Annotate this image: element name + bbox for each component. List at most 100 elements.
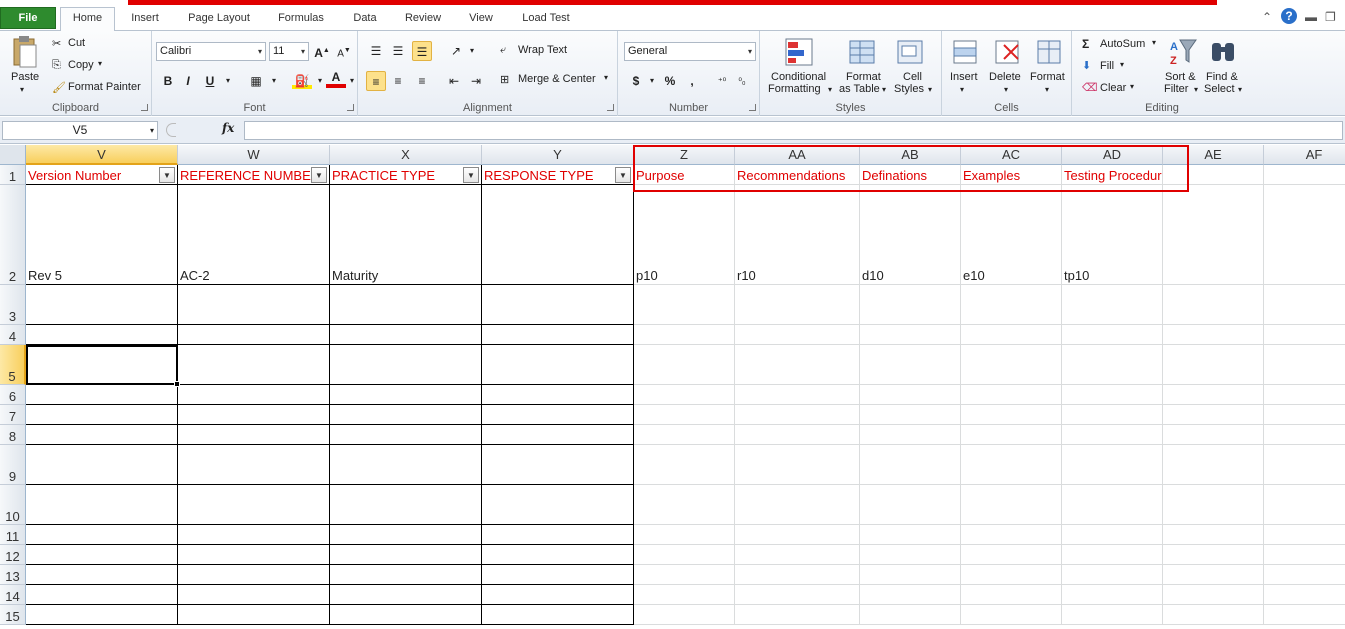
cell-v14[interactable] bbox=[26, 585, 178, 605]
cell-y15[interactable] bbox=[482, 605, 634, 625]
copy-icon[interactable]: ⎘ bbox=[52, 59, 61, 72]
restore-icon[interactable]: ❐ bbox=[1325, 10, 1336, 24]
column-header-ae[interactable]: AE bbox=[1163, 145, 1264, 165]
cell-aa2[interactable]: r10 bbox=[735, 185, 860, 285]
cell-x5[interactable] bbox=[330, 345, 482, 385]
cell-ae4[interactable] bbox=[1163, 325, 1264, 345]
row-header-6[interactable]: 6 bbox=[0, 385, 26, 405]
cell-ab9[interactable] bbox=[860, 445, 961, 485]
cell-ac7[interactable] bbox=[961, 405, 1062, 425]
eraser-icon[interactable]: ⌫ bbox=[1082, 81, 1098, 94]
cell-ab1[interactable]: Definations bbox=[860, 165, 961, 185]
borders-dropdown-icon[interactable]: ▾ bbox=[264, 71, 284, 91]
cell-v2[interactable]: Rev 5 bbox=[26, 185, 178, 285]
cell-y4[interactable] bbox=[482, 325, 634, 345]
column-header-ab[interactable]: AB bbox=[860, 145, 961, 165]
cell-y5[interactable] bbox=[482, 345, 634, 385]
cell-af10[interactable] bbox=[1264, 485, 1345, 525]
cell-ac11[interactable] bbox=[961, 525, 1062, 545]
find-select-line2[interactable]: Select bbox=[1204, 83, 1235, 95]
align-center-icon[interactable]: ≡ bbox=[388, 71, 408, 91]
cell-z12[interactable] bbox=[634, 545, 735, 565]
conditional-formatting-line2[interactable]: Formatting bbox=[768, 83, 821, 95]
cell-ad11[interactable] bbox=[1062, 525, 1163, 545]
cell-ad4[interactable] bbox=[1062, 325, 1163, 345]
delete-button[interactable]: Delete bbox=[989, 71, 1021, 83]
cell-z2[interactable]: p10 bbox=[634, 185, 735, 285]
cell-v8[interactable] bbox=[26, 425, 178, 445]
wrap-text-icon[interactable]: ⤶ bbox=[500, 44, 506, 57]
autosum-dropdown-icon[interactable]: ▾ bbox=[1152, 38, 1156, 47]
sort-filter-dropdown-icon[interactable]: ▾ bbox=[1194, 85, 1198, 94]
column-header-v[interactable]: V bbox=[26, 145, 178, 165]
cell-aa1[interactable]: Recommendations bbox=[735, 165, 860, 185]
cell-af1[interactable] bbox=[1264, 165, 1345, 185]
sort-filter-line2[interactable]: Filter bbox=[1164, 83, 1188, 95]
font-name-select[interactable]: Calibri ▾ bbox=[156, 42, 266, 61]
cell-ad6[interactable] bbox=[1062, 385, 1163, 405]
insert-function-icon[interactable]: fx bbox=[222, 121, 234, 135]
format-painter-button[interactable]: Format Painter bbox=[68, 81, 141, 93]
tab-home[interactable]: Home bbox=[60, 7, 115, 31]
cell-aa10[interactable] bbox=[735, 485, 860, 525]
format-as-table-line2[interactable]: as Table bbox=[839, 83, 880, 95]
fill-icon[interactable]: ⬇ bbox=[1082, 59, 1091, 72]
cell-ae11[interactable] bbox=[1163, 525, 1264, 545]
cell-ab12[interactable] bbox=[860, 545, 961, 565]
cell-y10[interactable] bbox=[482, 485, 634, 525]
cell-y7[interactable] bbox=[482, 405, 634, 425]
copy-button[interactable]: Copy bbox=[68, 59, 94, 71]
cell-ab2[interactable]: d10 bbox=[860, 185, 961, 285]
cell-z13[interactable] bbox=[634, 565, 735, 585]
cell-styles-dropdown-icon[interactable]: ▾ bbox=[928, 85, 932, 94]
cell-w1[interactable]: REFERENCE NUMBER ▼ bbox=[178, 165, 330, 185]
cell-af8[interactable] bbox=[1264, 425, 1345, 445]
cell-af2[interactable] bbox=[1264, 185, 1345, 285]
cell-z6[interactable] bbox=[634, 385, 735, 405]
cut-icon[interactable]: ✂ bbox=[52, 37, 61, 50]
row-header-13[interactable]: 13 bbox=[0, 565, 26, 585]
tab-load-test[interactable]: Load Test bbox=[514, 8, 578, 30]
cell-af9[interactable] bbox=[1264, 445, 1345, 485]
cell-aa9[interactable] bbox=[735, 445, 860, 485]
cell-v12[interactable] bbox=[26, 545, 178, 565]
cell-ab7[interactable] bbox=[860, 405, 961, 425]
delete-dropdown-icon[interactable]: ▾ bbox=[1004, 85, 1008, 94]
cell-ae12[interactable] bbox=[1163, 545, 1264, 565]
cell-ae10[interactable] bbox=[1163, 485, 1264, 525]
cell-v11[interactable] bbox=[26, 525, 178, 545]
cell-ad3[interactable] bbox=[1062, 285, 1163, 325]
currency-dropdown-icon[interactable]: ▾ bbox=[642, 71, 662, 91]
cell-z5[interactable] bbox=[634, 345, 735, 385]
row-header-3[interactable]: 3 bbox=[0, 285, 26, 325]
cell-z1[interactable]: Purpose bbox=[634, 165, 735, 185]
worksheet-grid[interactable]: V W X Y Z AA AB AC AD AE AF 1 2 3 4 5 6 7 8 9 10 11 12 13 14 15 … bbox=[0, 145, 1345, 629]
row-header-10[interactable]: 10 bbox=[0, 485, 26, 525]
cell-ae1[interactable] bbox=[1163, 165, 1264, 185]
number-launcher-icon[interactable] bbox=[749, 104, 756, 111]
sort-filter-line1[interactable]: Sort & bbox=[1165, 71, 1196, 83]
bold-button[interactable]: B bbox=[158, 71, 178, 91]
cell-ad7[interactable] bbox=[1062, 405, 1163, 425]
italic-button[interactable]: I bbox=[178, 71, 198, 91]
cell-y12[interactable] bbox=[482, 545, 634, 565]
name-box[interactable]: V5 ▾ bbox=[2, 121, 158, 140]
tab-review[interactable]: Review bbox=[398, 8, 448, 30]
cell-v1[interactable]: Version Number ▼ bbox=[26, 165, 178, 185]
alignment-launcher-icon[interactable] bbox=[607, 104, 614, 111]
cell-af12[interactable] bbox=[1264, 545, 1345, 565]
cell-w14[interactable] bbox=[178, 585, 330, 605]
cell-ad2[interactable]: tp10 bbox=[1062, 185, 1163, 285]
increase-decimal-icon[interactable]: ⁺⁰ bbox=[712, 71, 732, 91]
cell-ab3[interactable] bbox=[860, 285, 961, 325]
cell-w9[interactable] bbox=[178, 445, 330, 485]
fill-color-icon[interactable]: ⛽ bbox=[292, 71, 312, 89]
cell-aa14[interactable] bbox=[735, 585, 860, 605]
cell-x15[interactable] bbox=[330, 605, 482, 625]
cell-w6[interactable] bbox=[178, 385, 330, 405]
cell-z9[interactable] bbox=[634, 445, 735, 485]
cell-w10[interactable] bbox=[178, 485, 330, 525]
cell-ae3[interactable] bbox=[1163, 285, 1264, 325]
cell-ab13[interactable] bbox=[860, 565, 961, 585]
insert-button[interactable]: Insert bbox=[950, 71, 978, 83]
